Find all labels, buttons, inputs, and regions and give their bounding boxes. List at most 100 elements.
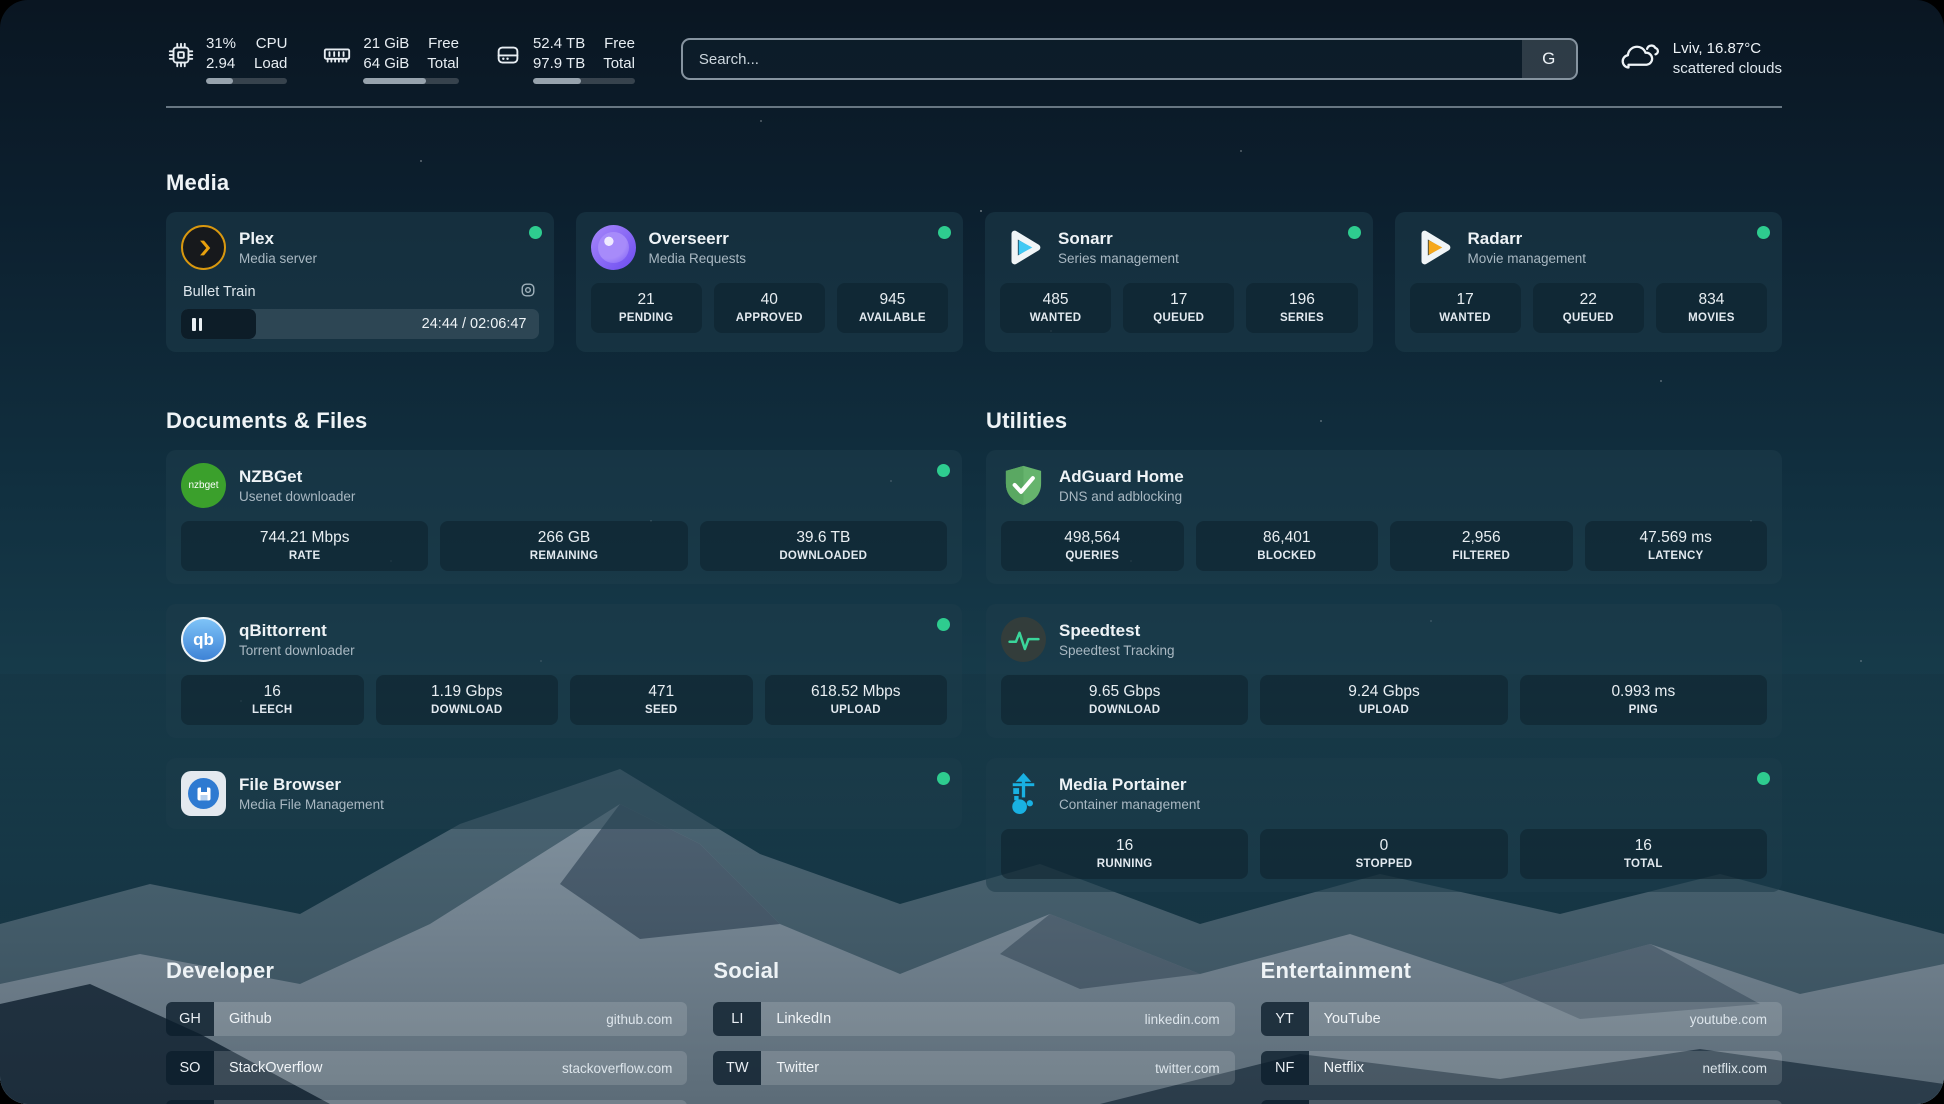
now-playing-settings-icon[interactable] [520, 282, 536, 302]
bookmark-abbr: NF [1261, 1051, 1309, 1085]
disk-progress-track [533, 78, 635, 84]
memory-free-value: 21 GiB [363, 34, 409, 54]
scattered-clouds-icon [1618, 40, 1660, 79]
memory-free-label: Free [427, 34, 459, 54]
bookmark-twitter[interactable]: TW Twitter twitter.com [713, 1051, 1234, 1085]
resource-widgets: 31% 2.94 CPU Load [166, 34, 635, 84]
qbittorrent-card[interactable]: qb qBittorrent Torrent downloader 16LEEC… [166, 604, 962, 738]
media-section-title: Media [166, 170, 1782, 196]
snow-specks [0, 0, 2, 2]
disk-free-label: Free [603, 34, 635, 54]
sonarr-icon [1000, 225, 1045, 270]
bookmark-abbr: YT [1261, 1002, 1309, 1036]
bookmark-reddit[interactable]: RE Reddit reddit.com [1261, 1100, 1782, 1104]
bookmark-stackoverflow[interactable]: SO StackOverflow stackoverflow.com [166, 1051, 687, 1085]
stat-block: 498,564QUERIES [1001, 521, 1184, 571]
stat-block: 86,401BLOCKED [1196, 521, 1379, 571]
bookmark-abbr: SO [166, 1051, 214, 1085]
bookmark-url: youtube.com [1690, 1012, 1767, 1027]
status-online-dot [529, 226, 542, 239]
bookmark-url: linkedin.com [1145, 1012, 1220, 1027]
bookmark-youtube[interactable]: YT YouTube youtube.com [1261, 1002, 1782, 1036]
disk-icon [493, 40, 523, 75]
bookmark-name: Twitter [776, 1060, 819, 1076]
status-online-dot [937, 464, 950, 477]
service-description: Media server [239, 251, 317, 266]
bookmark-linkedin[interactable]: LI LinkedIn linkedin.com [713, 1002, 1234, 1036]
bookmark-abbr: DT [166, 1100, 214, 1104]
developer-section-title: Developer [166, 958, 687, 984]
radarr-card[interactable]: Radarr Movie management 17WANTED 22QUEUE… [1395, 212, 1783, 352]
adguard-card[interactable]: AdGuard Home DNS and adblocking 498,564Q… [986, 450, 1782, 584]
social-section-title: Social [713, 958, 1234, 984]
service-description: Speedtest Tracking [1059, 643, 1175, 658]
service-name: NZBGet [239, 467, 355, 487]
documents-section-title: Documents & Files [166, 408, 962, 434]
stat-block: 47.569 msLATENCY [1585, 521, 1768, 571]
stat-block: 39.6 TBDOWNLOADED [700, 521, 947, 571]
memory-progress-fill [363, 78, 426, 84]
playback-time: 24:44 / 02:06:47 [422, 316, 539, 332]
pause-icon [192, 318, 196, 331]
plex-card[interactable]: Plex Media server Bullet Train [166, 212, 554, 352]
overseerr-card[interactable]: Overseerr Media Requests 21PENDING 40APP… [576, 212, 964, 352]
cpu-load-label: Load [254, 54, 287, 74]
stat-block: 22QUEUED [1533, 283, 1644, 333]
nzbget-card[interactable]: nzbget NZBGet Usenet downloader 744.21 M… [166, 450, 962, 584]
stat-block: 834MOVIES [1656, 283, 1767, 333]
playback-progress-bar[interactable]: 24:44 / 02:06:47 [181, 309, 539, 339]
status-online-dot [1757, 772, 1770, 785]
cpu-label: CPU [254, 34, 287, 54]
bookmark-name: StackOverflow [229, 1060, 322, 1076]
portainer-card[interactable]: Media Portainer Container management 16R… [986, 758, 1782, 892]
stat-block: 0STOPPED [1260, 829, 1507, 879]
service-name: File Browser [239, 775, 384, 795]
service-name: Speedtest [1059, 621, 1175, 641]
stat-block: 40APPROVED [714, 283, 825, 333]
dashboard-screen: 31% 2.94 CPU Load [0, 0, 1944, 1104]
bookmark-dev[interactable]: DT DEV dev.to [166, 1100, 687, 1104]
service-description: DNS and adblocking [1059, 489, 1184, 504]
status-online-dot [1348, 226, 1361, 239]
sonarr-card[interactable]: Sonarr Series management 485WANTED 17QUE… [985, 212, 1373, 352]
radarr-icon [1410, 225, 1455, 270]
status-online-dot [1757, 226, 1770, 239]
speedtest-card[interactable]: Speedtest Speedtest Tracking 9.65 GbpsDO… [986, 604, 1782, 738]
filebrowser-card[interactable]: File Browser Media File Management [166, 758, 962, 829]
bookmark-url: netflix.com [1702, 1061, 1767, 1076]
service-name: qBittorrent [239, 621, 355, 641]
bookmark-github[interactable]: GH Github github.com [166, 1002, 687, 1036]
stat-block: 21PENDING [591, 283, 702, 333]
disk-total-label: Total [603, 54, 635, 74]
overseerr-icon [591, 225, 636, 270]
portainer-icon [1001, 771, 1046, 816]
service-description: Media File Management [239, 797, 384, 812]
search-engine-button[interactable]: G [1522, 40, 1576, 78]
weather-location-temp: Lviv, 16.87°C [1673, 39, 1782, 59]
bookmark-name: LinkedIn [776, 1011, 831, 1027]
disk-progress-fill [533, 78, 581, 84]
stat-block: 16RUNNING [1001, 829, 1248, 879]
filebrowser-icon [181, 771, 226, 816]
stat-block: 945AVAILABLE [837, 283, 948, 333]
bookmark-abbr: GH [166, 1002, 214, 1036]
utilities-section-title: Utilities [986, 408, 1782, 434]
utilities-column: Utilities AdGuard Home DNS and [986, 408, 1782, 892]
developer-bookmarks: Developer GH Github github.com SO StackO… [166, 958, 687, 1104]
memory-total-value: 64 GiB [363, 54, 409, 74]
stat-block: 485WANTED [1000, 283, 1111, 333]
nzbget-icon: nzbget [181, 463, 226, 508]
weather-condition: scattered clouds [1673, 59, 1782, 79]
service-description: Torrent downloader [239, 643, 355, 658]
service-name: Radarr [1468, 229, 1587, 249]
bookmark-name: YouTube [1324, 1011, 1381, 1027]
stat-block: 0.993 msPING [1520, 675, 1767, 725]
search-input[interactable] [683, 40, 1522, 78]
memory-total-label: Total [427, 54, 459, 74]
stat-block: 17WANTED [1410, 283, 1521, 333]
cpu-widget: 31% 2.94 CPU Load [166, 34, 287, 84]
social-bookmarks: Social LI LinkedIn linkedin.com TW Twitt… [713, 958, 1234, 1104]
bookmark-netflix[interactable]: NF Netflix netflix.com [1261, 1051, 1782, 1085]
service-description: Movie management [1468, 251, 1587, 266]
status-online-dot [937, 772, 950, 785]
